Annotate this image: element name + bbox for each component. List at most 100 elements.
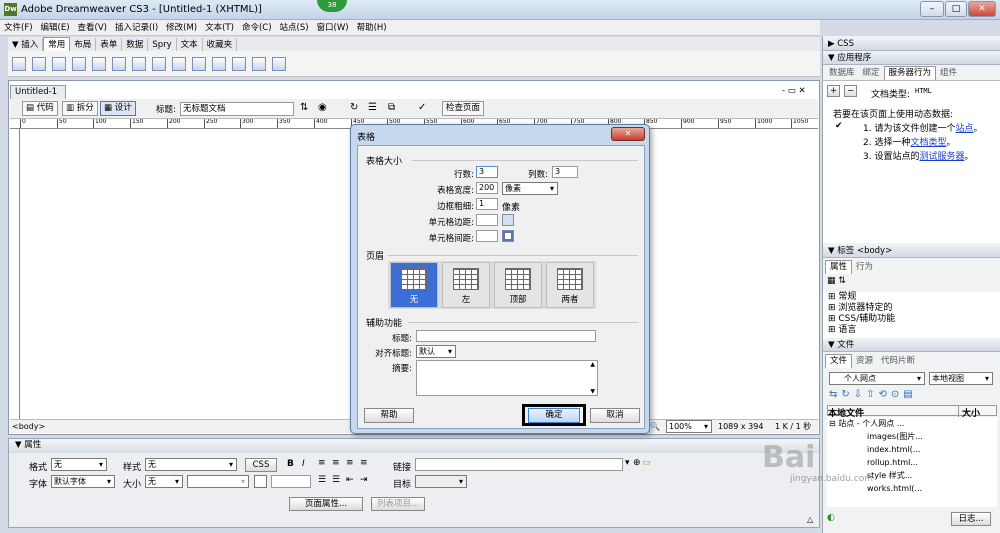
preview-browser-icon[interactable]: ◉: [318, 102, 327, 113]
remove-behavior-button[interactable]: −: [844, 85, 857, 97]
media-icon[interactable]: [132, 57, 146, 71]
attr-group-language[interactable]: ⊞ 语言: [823, 325, 1000, 336]
properties-header[interactable]: ▼ 属性: [9, 439, 819, 453]
help-button[interactable]: 帮助: [364, 408, 414, 423]
tab-snippets[interactable]: 代码片断: [877, 355, 919, 368]
add-behavior-button[interactable]: +: [827, 85, 840, 97]
font-select[interactable]: 默认字体: [51, 475, 115, 488]
ordered-list-icon[interactable]: ☰: [332, 475, 340, 485]
log-button[interactable]: 日志...: [951, 512, 991, 526]
code-view-button[interactable]: ▤ 代码: [22, 101, 58, 116]
email-link-icon[interactable]: [32, 57, 46, 71]
header-option-both[interactable]: 两者: [546, 262, 594, 308]
page-title-input[interactable]: 无标题文档: [180, 102, 294, 116]
justify-icon[interactable]: ≡: [360, 458, 368, 468]
format-select[interactable]: 无: [51, 458, 107, 471]
menu-site[interactable]: 站点(S): [276, 20, 313, 36]
menu-insert[interactable]: 插入记录(I): [111, 20, 162, 36]
cell-padding-input[interactable]: [476, 214, 498, 226]
date-icon[interactable]: [152, 57, 166, 71]
header-option-left[interactable]: 左: [442, 262, 490, 308]
menu-modify[interactable]: 修改(M): [162, 20, 201, 36]
tab-attributes[interactable]: 属性: [825, 260, 853, 274]
image-icon[interactable]: [112, 57, 126, 71]
menu-view[interactable]: 查看(V): [74, 20, 111, 36]
head-icon[interactable]: [212, 57, 226, 71]
ok-button[interactable]: 确定: [528, 408, 580, 423]
link-dropdown-icon[interactable]: ▾: [625, 458, 630, 468]
scroll-up-icon[interactable]: ▲: [590, 361, 595, 368]
zoom-tool-icon[interactable]: 🔍: [650, 420, 660, 433]
tag-inspector-header[interactable]: ▼ 标签 <body>: [823, 245, 1000, 258]
doc-type-link[interactable]: 文档类型: [910, 138, 946, 148]
tab-bindings[interactable]: 绑定: [859, 67, 884, 80]
table-icon[interactable]: [72, 57, 86, 71]
tab-files[interactable]: 文件: [825, 354, 853, 368]
dialog-close-button[interactable]: ✕: [611, 127, 645, 141]
menu-text[interactable]: 文本(T): [201, 20, 238, 36]
header-option-top[interactable]: 顶部: [494, 262, 542, 308]
point-to-file-icon[interactable]: ⊕: [633, 458, 641, 468]
attr-group-browser[interactable]: ⊞ 浏览器特定的: [823, 303, 1000, 314]
minimize-button[interactable]: –: [920, 1, 944, 17]
width-unit-select[interactable]: 像素: [502, 182, 558, 195]
window-size[interactable]: 1089 x 394: [718, 420, 763, 433]
style-select[interactable]: 无: [145, 458, 237, 471]
templates-icon[interactable]: [252, 57, 266, 71]
category-view-icon[interactable]: ▦ ⇅: [827, 276, 846, 286]
rows-input[interactable]: 3: [476, 166, 498, 178]
hyperlink-icon[interactable]: [12, 57, 26, 71]
tag-selector[interactable]: <body>: [12, 420, 45, 433]
visual-aids-icon[interactable]: ⧉: [388, 102, 395, 113]
menu-commands[interactable]: 命令(C): [238, 20, 276, 36]
files-panel-header[interactable]: ▼ 文件: [823, 339, 1000, 352]
bold-button[interactable]: B: [287, 459, 294, 469]
document-window-controls[interactable]: - ▭ ✕: [782, 86, 806, 96]
menu-edit[interactable]: 编辑(E): [37, 20, 74, 36]
tree-item-index[interactable]: index.html(...: [827, 443, 997, 456]
text-color-input[interactable]: [271, 475, 311, 488]
attr-group-css[interactable]: ⊞ CSS/辅助功能: [823, 314, 1000, 325]
text-color-swatch[interactable]: [254, 475, 267, 488]
table-width-input[interactable]: 200: [476, 182, 498, 194]
border-input[interactable]: 1: [476, 198, 498, 210]
unordered-list-icon[interactable]: ☰: [318, 475, 326, 485]
tab-spry[interactable]: Spry: [148, 38, 177, 52]
div-icon[interactable]: [92, 57, 106, 71]
validate-icon[interactable]: ✓: [418, 102, 426, 113]
italic-button[interactable]: I: [302, 459, 305, 469]
test-server-link[interactable]: 测试服务器: [919, 152, 964, 162]
file-toolbar-icons[interactable]: ⇆↻⇩⇧⟲⊙▤: [829, 389, 917, 400]
align-right-icon[interactable]: ≡: [346, 458, 354, 468]
size-select[interactable]: 无: [145, 475, 183, 488]
document-tab[interactable]: Untitled-1: [10, 85, 66, 99]
close-button[interactable]: ✕: [968, 1, 996, 17]
tab-layout[interactable]: 布局: [70, 38, 97, 52]
site-select[interactable]: 个人网点: [829, 372, 925, 385]
align-left-icon[interactable]: ≡: [318, 458, 326, 468]
collapse-icon[interactable]: △: [807, 515, 813, 524]
tab-server-behaviors[interactable]: 服务器行为: [883, 66, 937, 80]
maximize-button[interactable]: □: [945, 1, 967, 17]
split-view-button[interactable]: ▥ 拆分: [62, 101, 98, 116]
tag-chooser-icon[interactable]: [272, 57, 286, 71]
application-panel-header[interactable]: ▼ 应用程序: [823, 52, 1000, 65]
caption-input[interactable]: [416, 330, 596, 342]
cell-spacing-input[interactable]: [476, 230, 498, 242]
link-input[interactable]: [415, 458, 623, 471]
view-options-icon[interactable]: ☰: [368, 102, 377, 113]
align-center-icon[interactable]: ≡: [332, 458, 340, 468]
tab-common[interactable]: 常用: [43, 37, 71, 52]
browse-folder-icon[interactable]: ▭: [642, 458, 651, 468]
indent-icon[interactable]: ⇥: [360, 475, 368, 485]
zoom-select[interactable]: 100%: [666, 420, 712, 433]
tree-item-images[interactable]: images(图片...: [827, 430, 997, 443]
menu-help[interactable]: 帮助(H): [353, 20, 391, 36]
tab-components[interactable]: 组件: [936, 67, 961, 80]
attr-group-general[interactable]: ⊞ 常规: [823, 292, 1000, 303]
check-page-button[interactable]: 检查页面: [442, 101, 485, 116]
file-management-icon[interactable]: ⇅: [300, 102, 308, 113]
outdent-icon[interactable]: ⇤: [346, 475, 354, 485]
tab-assets[interactable]: 资源: [852, 355, 877, 368]
header-option-none[interactable]: 无: [390, 262, 438, 308]
